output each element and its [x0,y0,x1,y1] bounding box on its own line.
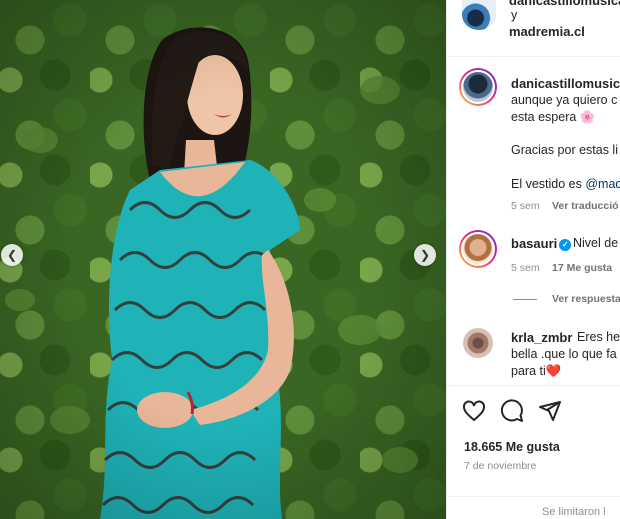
see-translation-link[interactable]: Ver traducció [552,200,619,212]
replies-line [513,299,537,300]
header-divider [446,56,620,57]
comment-text-line-2: bella .que lo que fa [511,347,617,361]
comment-button[interactable] [500,399,524,423]
header-and-text: y [511,8,518,22]
verified-badge-icon: ✓ [559,238,572,251]
next-image-button[interactable]: ❯ [414,244,436,266]
collab-account-link[interactable]: madremia.cl [509,24,585,39]
view-replies-button[interactable]: Ver respuesta [552,293,620,305]
comment-likes-basauri[interactable]: 17 Me gusta [552,262,612,274]
heart-icon [463,400,485,422]
comment-text-basauri: Nivel de [573,236,619,250]
comment-username-basauri[interactable]: basauri ✓ [511,236,572,251]
dress-mention-link[interactable]: @mad [585,177,620,191]
header-username-partial[interactable]: danicastillomusica [509,0,620,8]
caption-line-1: aunque ya quiero c [511,93,618,107]
share-button[interactable] [538,399,562,423]
comment-avatar-krla-zmbr[interactable] [463,328,493,358]
caption-line-2: esta espera 🌸 [511,110,596,124]
comment-icon [500,399,523,422]
caption-time[interactable]: 5 sem [511,200,540,212]
post-photo[interactable]: ❮ ❯ [0,0,446,519]
previous-image-button[interactable]: ❮ [1,244,23,266]
comment-username-krla-zmbr[interactable]: krla_zmbr [511,330,572,345]
caption-author-avatar[interactable] [459,68,497,106]
chevron-right-icon: ❯ [419,248,431,262]
comment-avatar-basauri[interactable] [459,230,497,268]
likes-count[interactable]: 18.665 Me gusta [464,440,560,454]
chevron-left-icon: ❮ [6,248,18,262]
footer-divider [446,496,620,497]
caption-username[interactable]: danicastillomusica [511,76,620,91]
comment-text-line-1: Eres her [577,330,620,344]
caption-line-3: Gracias por estas li [511,143,618,157]
comment-time-basauri[interactable]: 5 sem [511,262,540,274]
caption-line-4: El vestido es @mad [511,177,620,191]
comments-limited-note: Se limitaron l [542,506,606,518]
flower-emoji: 🌸 [579,110,596,124]
comment-text-line-3: para ti❤️ [511,364,562,378]
heart-emoji: ❤️ [545,364,562,378]
collab-avatar[interactable] [462,0,496,30]
share-icon [539,401,561,421]
photo-vignette [0,0,446,519]
actions-divider [446,385,620,386]
like-button[interactable] [462,399,486,423]
post-date: 7 de noviembre [464,460,537,472]
